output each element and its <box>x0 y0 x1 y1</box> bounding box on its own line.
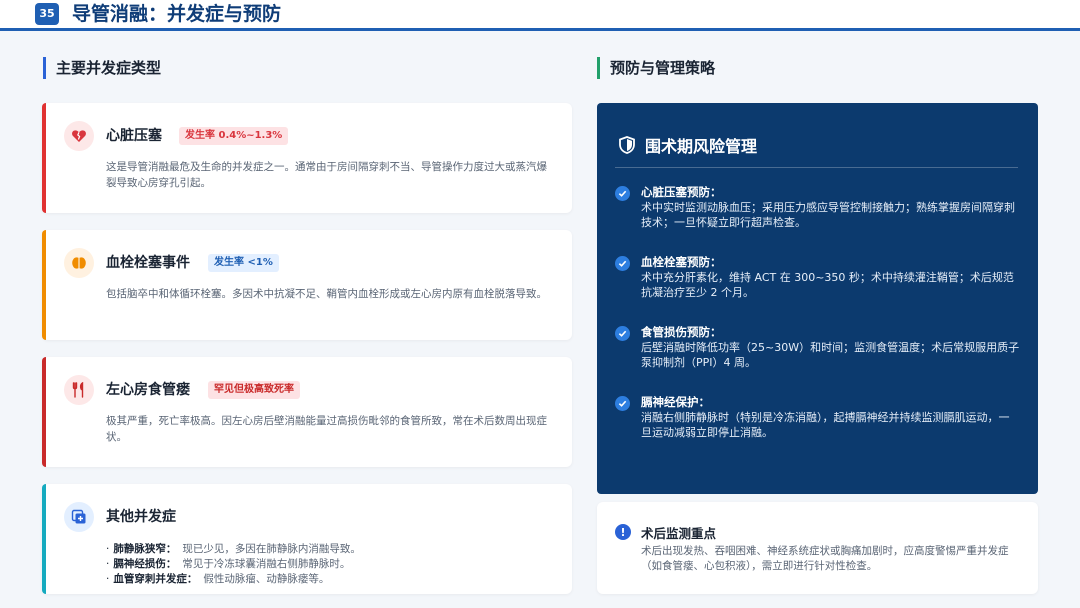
card-accent-bar <box>42 103 46 213</box>
list-bullet: · <box>106 543 110 555</box>
panel-divider <box>615 167 1018 168</box>
strategy-item: 食管损伤预防： 后壁消融时降低功率（25~30W）和时间；监测食管温度；术后常规… <box>615 325 1020 370</box>
strategy-description: 术中充分肝素化，维持 ACT 在 300~350 秒；术中持续灌注鞘管；术后规范… <box>641 271 1014 299</box>
card-accent-bar <box>42 230 46 340</box>
check-circle-icon <box>615 326 630 341</box>
incidence-badge: 发生率 0.4%~1.3% <box>179 127 289 145</box>
list-item-text: 现已少见，多因在肺静脉内消融导致。 <box>182 543 361 555</box>
check-circle-icon <box>615 256 630 271</box>
strategy-item: 膈神经保护： 消融右侧肺静脉时（特别是冷冻消融），起搏膈神经并持续监测膈肌运动，… <box>615 395 1020 440</box>
check-circle-icon <box>615 186 630 201</box>
risk-management-panel: 围术期风险管理 心脏压塞预防： 术中实时监测动脉血压；采用压力感应导管控制接触力… <box>597 103 1038 494</box>
list-item: · 血管穿刺并发症： 假性动脉瘤、动静脉瘘等。 <box>106 572 554 587</box>
strategy-title: 食管损伤预防： <box>641 325 722 339</box>
slide-number: 35 <box>35 3 59 25</box>
list-bullet: · <box>106 573 110 585</box>
monitor-title: 术后监测重点 <box>641 526 717 541</box>
card-accent-bar <box>42 357 46 467</box>
plus-square-icon <box>64 502 94 532</box>
strategy-item: 心脏压塞预防： 术中实时监测动脉血压；采用压力感应导管控制接触力；熟练掌握房间隔… <box>615 185 1020 230</box>
card-description: 包括脑卒中和体循环栓塞。多因术中抗凝不足、鞘管内血栓形成或左心房内原有血栓脱落导… <box>106 288 547 300</box>
list-bullet: · <box>106 558 110 570</box>
slide-header: 35 导管消融：并发症与预防 <box>0 0 1080 31</box>
panel-title: 围术期风险管理 <box>619 133 757 157</box>
card-accent-bar <box>42 484 46 594</box>
shield-icon <box>619 136 635 154</box>
incidence-badge: 发生率 <1% <box>208 254 279 272</box>
card-title: 其他并发症 <box>106 509 176 525</box>
list-item: · 肺静脉狭窄： 现已少见，多因在肺静脉内消融导致。 <box>106 542 554 557</box>
monitor-description: 术后出现发热、吞咽困难、神经系统症状或胸痛加剧时，应高度警惕严重并发症（如食管瘘… <box>641 545 1009 572</box>
list-item-label: 肺静脉狭窄： <box>113 543 177 555</box>
warning-badge: 罕见但极高致死率 <box>208 381 300 399</box>
strategy-description: 消融右侧肺静脉时（特别是冷冻消融），起搏膈神经并持续监测膈肌运动，一旦运动减弱立… <box>641 411 1010 439</box>
utensils-icon <box>64 375 94 405</box>
list-item-text: 假性动脉瘤、动静脉瘘等。 <box>203 573 330 585</box>
postop-monitoring-card: ! 术后监测重点 术后出现发热、吞咽困难、神经系统症状或胸痛加剧时，应高度警惕严… <box>597 502 1038 594</box>
list-item: · 膈神经损伤： 常见于冷冻球囊消融右侧肺静脉时。 <box>106 557 554 572</box>
list-item-label: 血管穿刺并发症： <box>113 573 198 585</box>
card-title: 左心房食管瘘 <box>106 382 190 398</box>
list-item-text: 常见于冷冻球囊消融右侧肺静脉时。 <box>182 558 351 570</box>
strategy-section-title: 预防与管理策略 <box>597 57 715 79</box>
card-cardiac-tamponade: 心脏压塞 发生率 0.4%~1.3% 这是导管消融最危及生命的并发症之一。通常由… <box>42 103 572 213</box>
broken-heart-icon <box>64 121 94 151</box>
strategy-description: 术中实时监测动脉血压；采用压力感应导管控制接触力；熟练掌握房间隔穿刺技术；一旦怀… <box>641 201 1015 229</box>
check-circle-icon <box>615 396 630 411</box>
card-thromboembolism: 血栓栓塞事件 发生率 <1% 包括脑卒中和体循环栓塞。多因术中抗凝不足、鞘管内血… <box>42 230 572 340</box>
panel-title-text: 围术期风险管理 <box>645 137 758 156</box>
strategy-item: 血栓栓塞预防： 术中充分肝素化，维持 ACT 在 300~350 秒；术中持续灌… <box>615 255 1020 300</box>
card-title: 血栓栓塞事件 <box>106 255 190 271</box>
other-complications-list: · 肺静脉狭窄： 现已少见，多因在肺静脉内消融导致。 · 膈神经损伤： 常见于冷冻球囊消… <box>106 542 554 587</box>
complications-section-title: 主要并发症类型 <box>43 57 161 79</box>
strategy-description: 后壁消融时降低功率（25~30W）和时间；监测食管温度；术后常规服用质子泵抑制剂… <box>641 341 1020 369</box>
list-item-label: 膈神经损伤： <box>113 558 177 570</box>
card-description: 这是导管消融最危及生命的并发症之一。通常由于房间隔穿刺不当、导管操作力度过大或蒸… <box>106 161 547 189</box>
card-title: 心脏压塞 <box>106 128 162 144</box>
strategy-title: 心脏压塞预防： <box>641 185 722 199</box>
slide-title: 导管消融：并发症与预防 <box>72 3 282 25</box>
card-description: 极其严重，死亡率极高。因左心房后壁消融能量过高损伤毗邻的食管所致，常在术后数周出… <box>106 415 547 443</box>
info-alert-icon: ! <box>615 524 631 540</box>
card-atrio-esophageal-fistula: 左心房食管瘘 罕见但极高致死率 极其严重，死亡率极高。因左心房后壁消融能量过高损… <box>42 357 572 467</box>
card-other-complications: 其他并发症 · 肺静脉狭窄： 现已少见，多因在肺静脉内消融导致。 · 膈神经损伤： 常见… <box>42 484 572 594</box>
strategy-title: 血栓栓塞预防： <box>641 255 722 269</box>
brain-icon <box>64 248 94 278</box>
strategy-title: 膈神经保护： <box>641 395 710 409</box>
